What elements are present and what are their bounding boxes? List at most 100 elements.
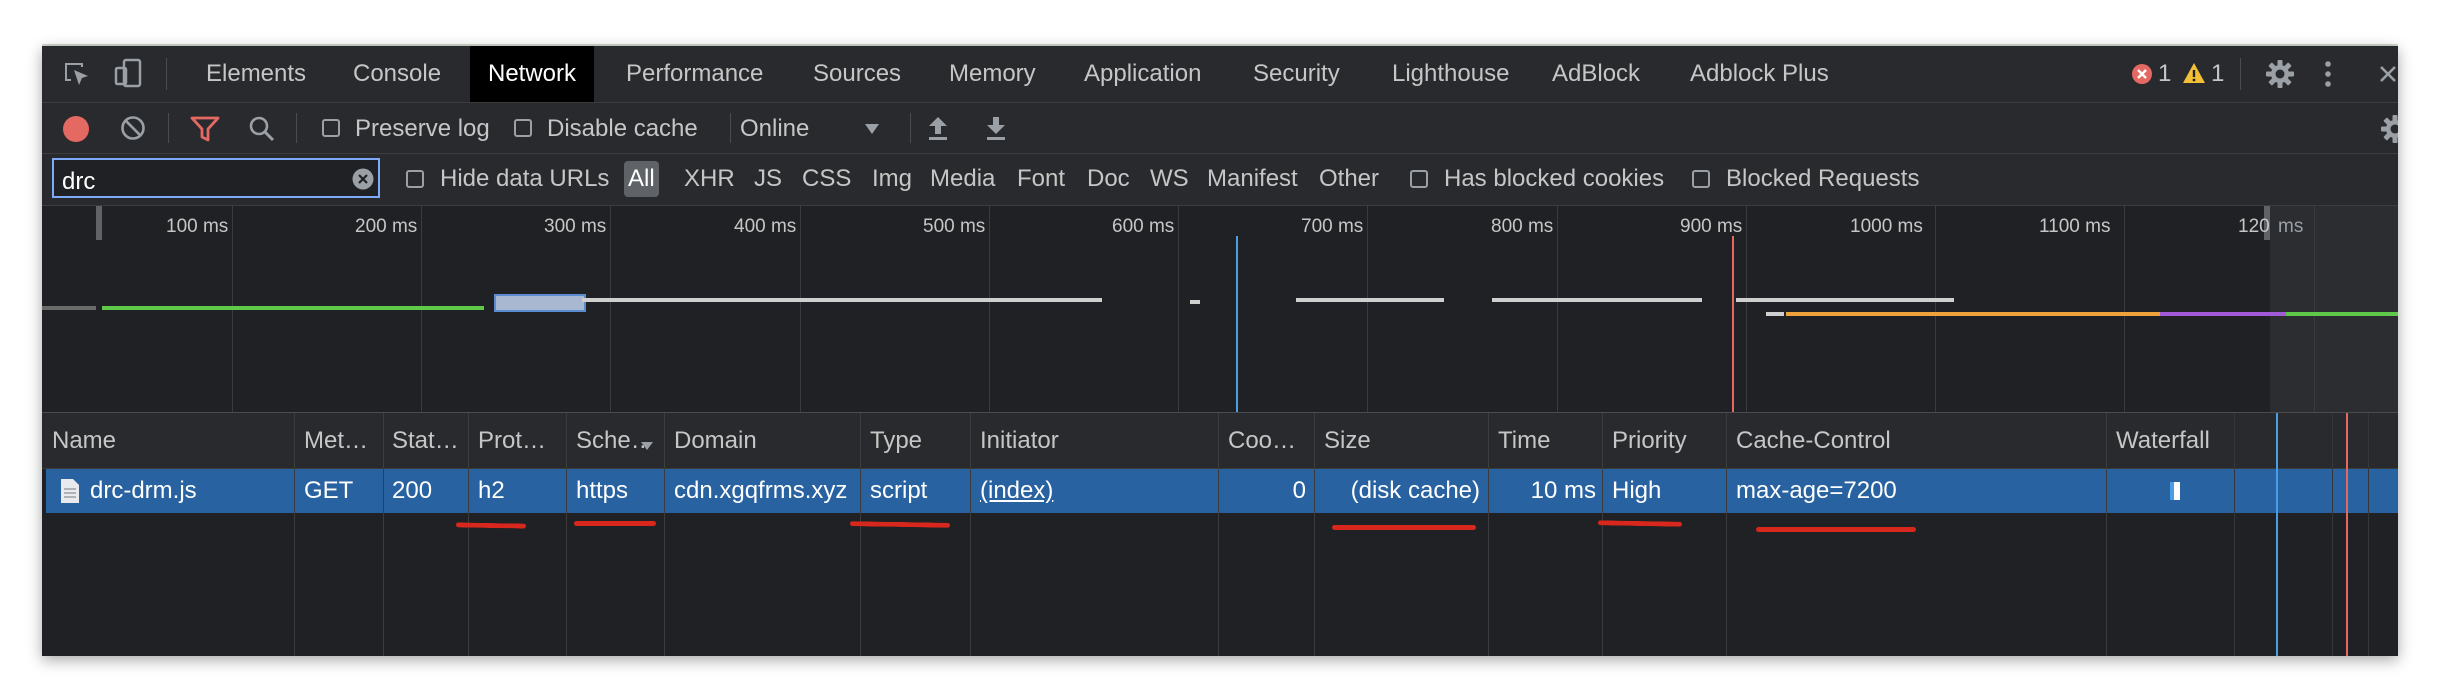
type-filter-manifest[interactable]: Manifest — [1207, 167, 1298, 191]
close-icon[interactable] — [2378, 64, 2398, 89]
type-filter-all[interactable]: All — [624, 161, 659, 197]
overview-tick-line — [1746, 206, 1747, 412]
overview-bar — [1492, 298, 1702, 302]
column-header-cache-control[interactable]: Cache-Control — [1736, 413, 2096, 468]
warning-icon[interactable] — [2182, 62, 2206, 89]
overview-tick-label: 400 ms — [734, 216, 797, 237]
filter-bar: drc Hide data URLs All XHR JS CSS Img Me… — [42, 154, 2398, 206]
error-icon[interactable] — [2131, 63, 2153, 90]
column-header-scheme[interactable]: Sche… — [576, 413, 646, 468]
filter-input[interactable]: drc — [52, 158, 380, 198]
blocked-requests-checkbox[interactable] — [1692, 170, 1710, 188]
column-header-name[interactable]: Name — [52, 413, 288, 468]
warning-count[interactable]: 1 — [2211, 62, 2224, 86]
device-toolbar-icon[interactable] — [114, 58, 144, 95]
tab-memory[interactable]: Memory — [949, 46, 1036, 102]
tab-elements[interactable]: Elements — [206, 46, 306, 102]
cell-cookies: 0 — [1292, 477, 1306, 504]
column-header-status[interactable]: Stat… — [392, 413, 466, 468]
column-header-protocol[interactable]: Prot… — [478, 413, 564, 468]
column-divider — [1726, 413, 1727, 656]
cell-initiator[interactable]: (index) — [980, 469, 1210, 513]
tab-adblock-plus[interactable]: Adblock Plus — [1690, 46, 1829, 102]
column-header-cookies[interactable]: Coo… — [1228, 413, 1312, 468]
cell-status: 200 — [392, 477, 433, 504]
tab-application[interactable]: Application — [1084, 46, 1201, 102]
chevron-down-icon[interactable] — [864, 122, 880, 140]
type-filter-ws[interactable]: WS — [1150, 167, 1189, 191]
overview-tick-line — [1557, 206, 1558, 412]
column-header-method[interactable]: Met… — [304, 413, 380, 468]
type-filter-other[interactable]: Other — [1319, 167, 1379, 191]
network-overview[interactable]: 100 ms 200 ms 300 ms 400 ms 500 ms 600 m… — [42, 206, 2398, 413]
sort-descending-icon[interactable] — [640, 438, 654, 456]
overview-tick-label: ms — [2278, 216, 2304, 237]
error-count[interactable]: 1 — [2158, 62, 2171, 86]
tab-adblock[interactable]: AdBlock — [1552, 46, 1640, 102]
column-header-domain[interactable]: Domain — [674, 413, 854, 468]
tab-console[interactable]: Console — [353, 46, 441, 102]
overview-bar — [2160, 312, 2286, 316]
record-icon[interactable] — [62, 115, 90, 148]
overview-load-marker — [1732, 236, 1734, 412]
type-filter-font[interactable]: Font — [1017, 167, 1065, 191]
column-header-initiator[interactable]: Initiator — [980, 413, 1210, 468]
annotation-underline-cache-control — [1756, 527, 1916, 532]
search-icon[interactable] — [248, 115, 276, 148]
request-table: Name Met… Stat… Prot… Sche… Domain Type … — [42, 413, 2398, 656]
column-divider — [468, 413, 469, 656]
overview-tick-line — [2124, 206, 2125, 412]
overview-tick-label: 300 ms — [544, 216, 607, 237]
hide-data-urls-checkbox[interactable] — [406, 170, 424, 188]
export-har-icon[interactable] — [984, 114, 1008, 147]
overview-bar — [42, 306, 96, 310]
column-header-time[interactable]: Time — [1498, 413, 1598, 468]
cell-priority: High — [1612, 477, 1662, 504]
more-options-icon[interactable] — [2324, 60, 2332, 93]
overview-bar — [102, 306, 484, 310]
overview-left-handle[interactable] — [96, 206, 102, 240]
tab-bar-separator — [2240, 58, 2241, 90]
column-header-type[interactable]: Type — [870, 413, 966, 468]
cell-name[interactable]: drc-drm.js — [90, 469, 290, 513]
type-filter-xhr[interactable]: XHR — [684, 167, 735, 191]
disable-cache-checkbox[interactable] — [514, 119, 532, 137]
clear-filter-icon[interactable] — [352, 168, 374, 195]
import-har-icon[interactable] — [926, 114, 950, 147]
tab-lighthouse[interactable]: Lighthouse — [1392, 46, 1509, 102]
overview-bar — [582, 298, 1102, 302]
column-header-waterfall[interactable]: Waterfall — [2116, 413, 2316, 468]
tab-performance[interactable]: Performance — [626, 46, 763, 102]
hide-data-urls-label: Hide data URLs — [440, 165, 610, 192]
clear-icon[interactable] — [120, 115, 146, 146]
type-filter-js[interactable]: JS — [754, 167, 782, 191]
filter-icon[interactable] — [190, 115, 220, 148]
column-divider — [1218, 413, 1219, 656]
overview-tick-line — [1178, 206, 1179, 412]
network-settings-icon[interactable] — [2380, 114, 2398, 149]
throttling-select[interactable]: Online — [740, 117, 809, 141]
column-header-size[interactable]: Size — [1324, 413, 1484, 468]
tab-network[interactable]: Network — [470, 46, 595, 102]
overview-tick-label: 600 ms — [1112, 216, 1175, 237]
type-filter-img[interactable]: Img — [872, 167, 912, 191]
cell-scheme: https — [576, 477, 629, 504]
type-filter-css[interactable]: CSS — [802, 167, 851, 191]
toolbar-separator — [296, 113, 297, 143]
preserve-log-label: Preserve log — [355, 115, 490, 142]
has-blocked-cookies-checkbox[interactable] — [1410, 170, 1428, 188]
script-file-icon — [60, 478, 80, 509]
type-filter-media[interactable]: Media — [930, 167, 995, 191]
annotation-underline-protocol — [455, 522, 527, 529]
type-filter-doc[interactable]: Doc — [1087, 167, 1130, 191]
cell-time: 10 ms — [1530, 477, 1596, 504]
column-header-priority[interactable]: Priority — [1612, 413, 1722, 468]
tab-sources[interactable]: Sources — [813, 46, 901, 102]
preserve-log-checkbox[interactable] — [322, 119, 340, 137]
cell-domain: cdn.xgqfrms.xyz — [674, 477, 848, 504]
gear-icon[interactable] — [2265, 59, 2295, 94]
tab-security[interactable]: Security — [1253, 46, 1340, 102]
column-divider — [860, 413, 861, 656]
inspect-element-icon[interactable] — [62, 60, 92, 95]
overview-tick-line — [1935, 206, 1936, 412]
